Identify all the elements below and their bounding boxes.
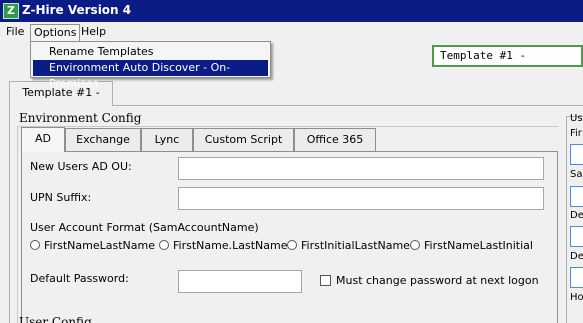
right-label-4: De: [570, 251, 583, 262]
right-label-3: De: [570, 210, 583, 221]
upn-suffix-input[interactable]: [178, 187, 544, 210]
format-firstinitiallastname-label: FirstInitialLastName: [301, 239, 410, 252]
right-panel-title: Us: [570, 113, 583, 124]
tab-exchange[interactable]: Exchange: [65, 128, 141, 151]
account-format-label: User Account Format (SamAccountName): [30, 221, 259, 234]
format-firstnamelastname-radio[interactable]: [30, 240, 40, 250]
menu-item-environment-auto-discover[interactable]: Environment Auto Discover - On-Premises: [33, 60, 268, 90]
right-input-4[interactable]: [570, 267, 583, 288]
format-firstname-dot-lastname-label: FirstName.LastName: [173, 239, 288, 252]
tab-ad[interactable]: AD: [21, 127, 65, 152]
right-label-2: Sa: [570, 169, 583, 180]
format-firstname-dot-lastname-radio[interactable]: [159, 240, 169, 250]
menu-bar: File Options Help: [0, 22, 583, 41]
options-dropdown-menu: Rename Templates Environment Auto Discov…: [30, 41, 271, 90]
tab-custom-script[interactable]: Custom Script: [193, 128, 294, 151]
app-logo-icon: Z: [3, 3, 19, 19]
tab-lync[interactable]: Lync: [141, 128, 193, 151]
title-bar: Z Z-Hire Version 4: [0, 0, 583, 22]
right-label-5: Ho: [570, 292, 583, 303]
menu-file[interactable]: File: [3, 24, 27, 41]
right-label-1: Fir: [570, 128, 582, 139]
tab-office-365[interactable]: Office 365: [294, 128, 376, 151]
default-password-label: Default Password:: [30, 272, 129, 285]
environment-config-title: Environment Config: [19, 111, 142, 125]
right-input-3[interactable]: [570, 226, 583, 247]
must-change-password-checkbox[interactable]: [320, 275, 331, 286]
window-title: Z-Hire Version 4: [22, 3, 132, 17]
ou-label: New Users AD OU:: [30, 160, 132, 173]
template-select[interactable]: Template #1 -: [432, 45, 583, 67]
menu-item-rename-templates[interactable]: Rename Templates: [33, 44, 268, 60]
right-input-2[interactable]: [570, 186, 583, 207]
format-firstinitiallastname-radio[interactable]: [287, 240, 297, 250]
menu-options[interactable]: Options: [30, 24, 81, 41]
must-change-password-label: Must change password at next logon: [336, 274, 539, 287]
upn-suffix-label: UPN Suffix:: [30, 191, 92, 204]
format-firstnamelastname-label: FirstNameLastName: [44, 239, 155, 252]
ou-input[interactable]: [178, 157, 544, 180]
format-firstnamelastinitial-label: FirstNameLastInitial: [424, 239, 533, 252]
user-config-title: User Config: [19, 315, 92, 323]
format-firstnamelastinitial-radio[interactable]: [410, 240, 420, 250]
default-password-input[interactable]: [178, 270, 302, 293]
right-input-1[interactable]: [570, 144, 583, 165]
menu-help[interactable]: Help: [78, 24, 109, 41]
